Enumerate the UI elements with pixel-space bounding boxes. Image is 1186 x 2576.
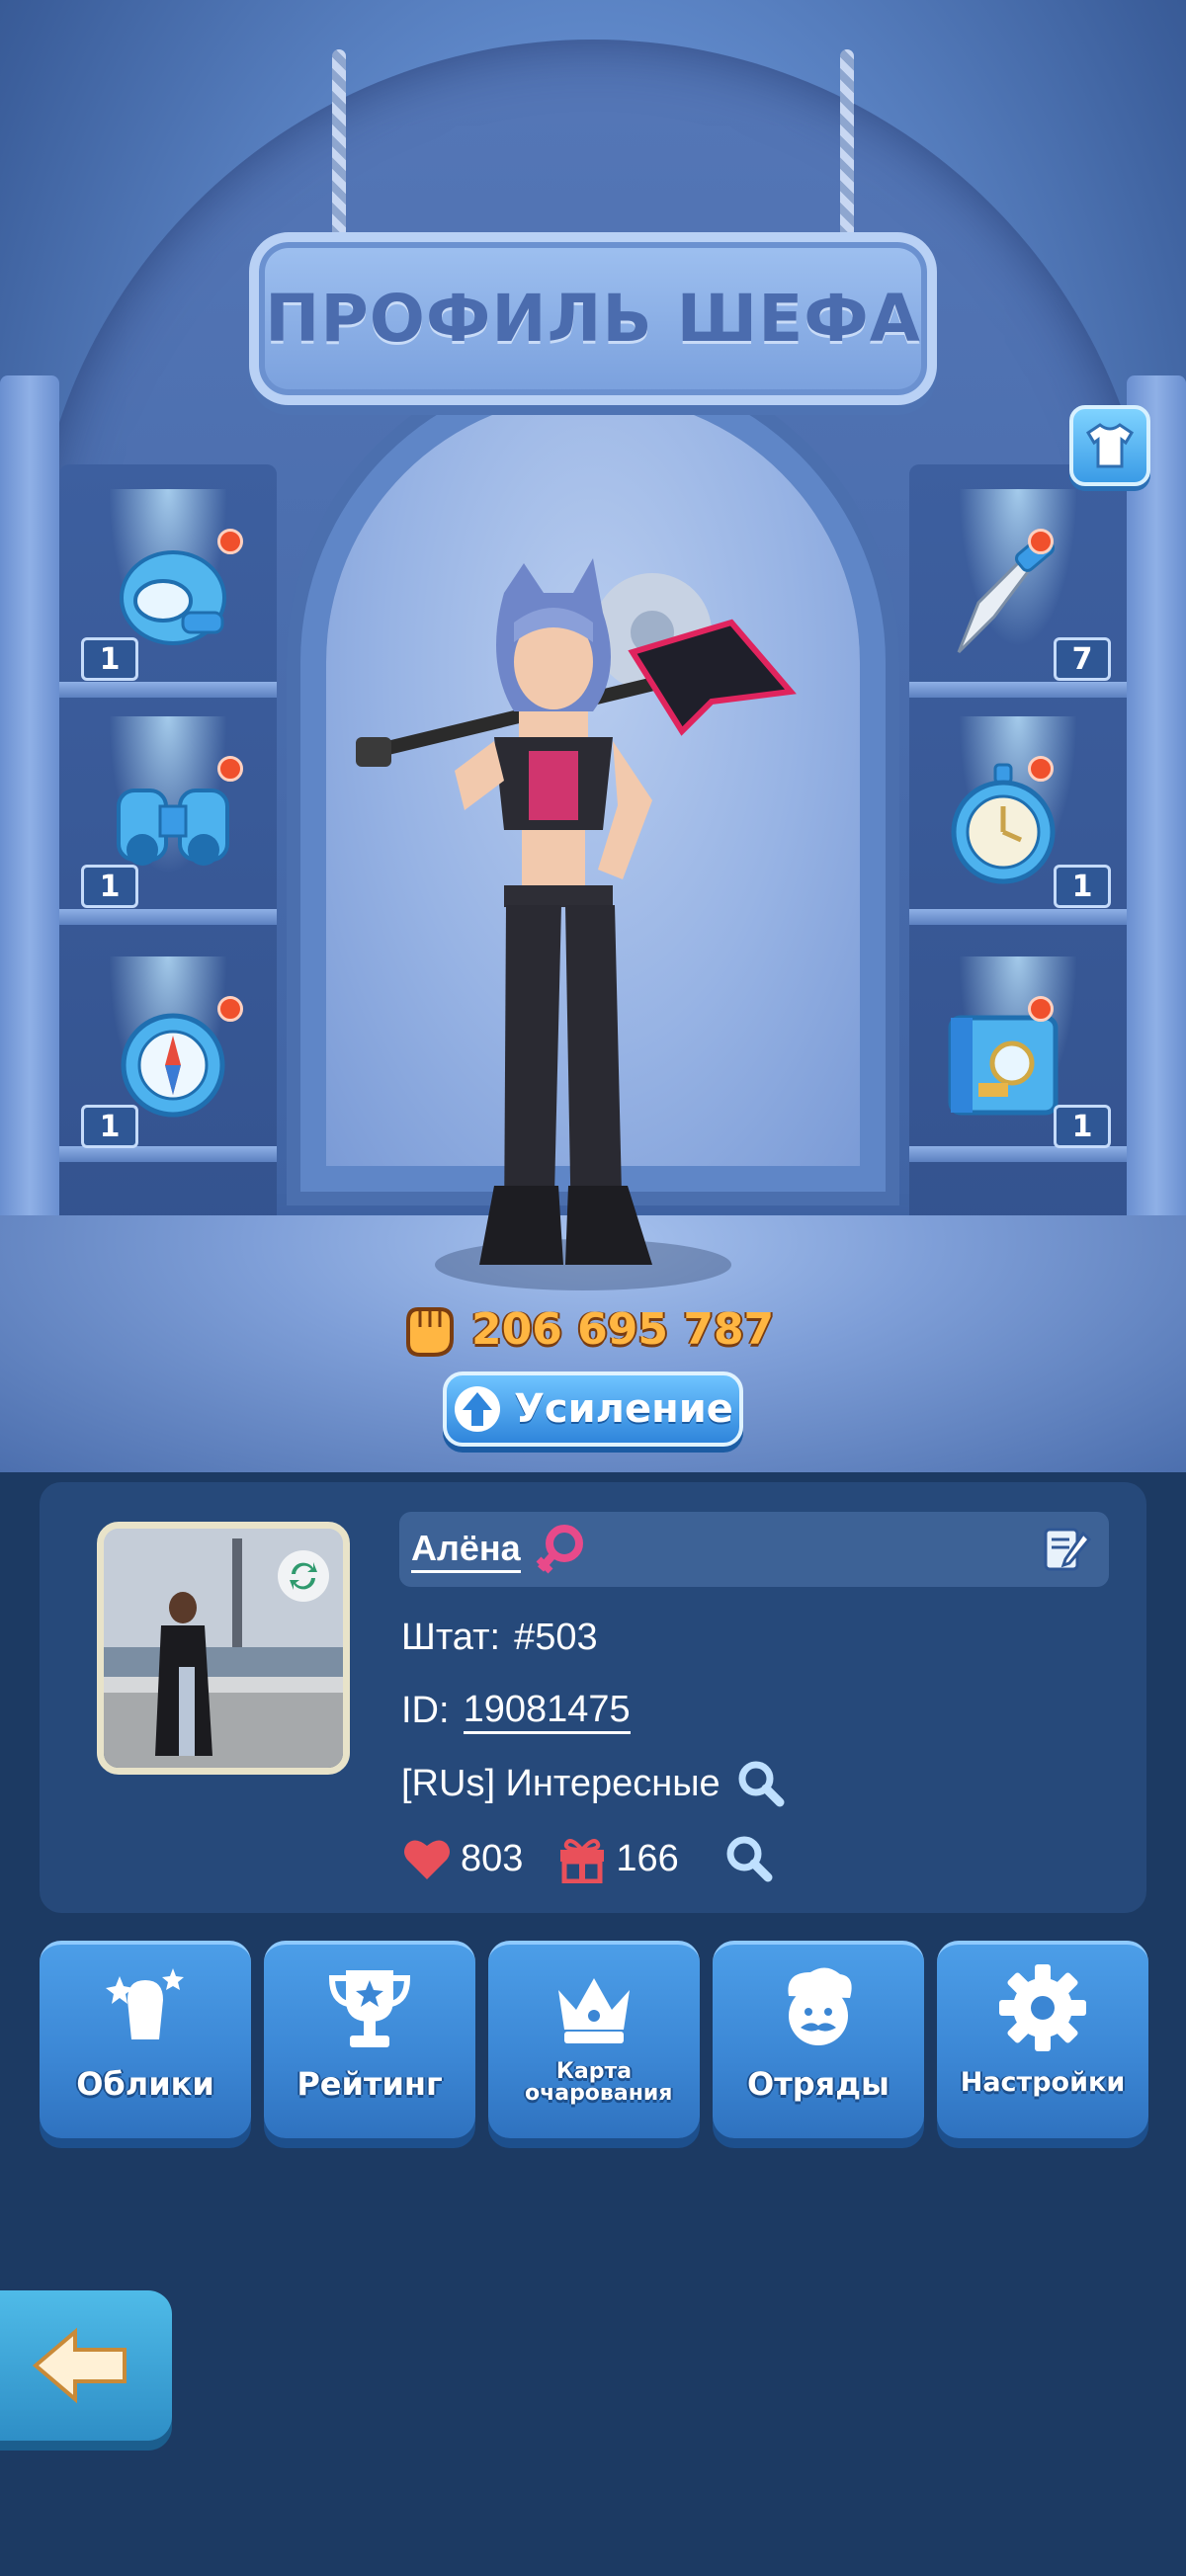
- power-value: 206 695 787: [471, 1303, 775, 1355]
- power-display: 206 695 787: [400, 1294, 796, 1364]
- id-label: ID:: [401, 1689, 450, 1731]
- item-count: 1: [1054, 1105, 1111, 1148]
- equipment-slot-timer[interactable]: 1: [919, 716, 1117, 914]
- id-row: ID: 19081475: [401, 1686, 631, 1735]
- edit-note-icon: [1044, 1528, 1092, 1571]
- knife-icon: [939, 535, 1067, 657]
- notification-dot: [1028, 996, 1054, 1022]
- chef-character[interactable]: [356, 553, 801, 1304]
- equipment-slot-compass[interactable]: 1: [69, 956, 267, 1154]
- team-row: [RUs] Интересные: [401, 1759, 788, 1808]
- gifts-stat: 166: [556, 1834, 679, 1883]
- settings-label: Настройки: [960, 2067, 1126, 2098]
- search-icon[interactable]: [722, 1832, 776, 1885]
- team-name[interactable]: [RUs] Интересные: [401, 1763, 720, 1805]
- back-arrow-icon: [32, 2327, 127, 2404]
- skins-icon: [96, 1958, 195, 2057]
- rating-label: Рейтинг: [296, 2065, 443, 2103]
- charm-map-button[interactable]: Карта очарования: [488, 1941, 700, 2138]
- fist-icon: [406, 1307, 454, 1357]
- refresh-avatar-button[interactable]: [278, 1550, 329, 1602]
- skins-label: Облики: [76, 2065, 214, 2103]
- stats-row: 803 166: [401, 1834, 776, 1883]
- rating-button[interactable]: Рейтинг: [264, 1941, 475, 2138]
- equipment-slot-binoculars[interactable]: 1: [69, 716, 267, 914]
- settings-button[interactable]: Настройки: [937, 1941, 1148, 2138]
- refresh-icon: [290, 1562, 317, 1590]
- chef-face-icon: [769, 1958, 868, 2057]
- boost-label: Усиление: [514, 1386, 733, 1432]
- wardrobe-button[interactable]: [1069, 405, 1150, 486]
- likes-stat: 803: [401, 1836, 523, 1881]
- item-count: 1: [1054, 865, 1111, 908]
- shirt-icon: [1085, 423, 1135, 468]
- back-button[interactable]: [0, 2290, 172, 2441]
- notification-dot: [1028, 529, 1054, 554]
- item-count: 1: [81, 865, 138, 908]
- recipe-book-icon: [939, 1006, 1067, 1124]
- page-title: ПРОФИЛЬ ШЕФА: [265, 281, 921, 357]
- squads-button[interactable]: Отряды: [713, 1941, 924, 2138]
- likes-count: 803: [461, 1837, 524, 1879]
- female-gender-icon: [536, 1525, 583, 1574]
- notification-dot: [217, 529, 243, 554]
- skins-button[interactable]: Облики: [40, 1941, 251, 2138]
- sign-rope-left: [332, 49, 346, 247]
- boost-button[interactable]: Усиление: [443, 1371, 743, 1447]
- right-pillar: [1127, 375, 1186, 1285]
- edit-profile-button[interactable]: [1040, 1524, 1092, 1575]
- staff-row: Штат: #503: [401, 1613, 598, 1662]
- gift-icon: [560, 1839, 605, 1883]
- item-count: 1: [81, 637, 138, 681]
- timer-icon: [939, 763, 1067, 884]
- player-name: Алёна: [411, 1527, 521, 1573]
- sign-rope-right: [840, 49, 854, 247]
- crown-icon: [545, 1958, 643, 2057]
- id-value[interactable]: 19081475: [463, 1688, 631, 1734]
- search-icon[interactable]: [734, 1757, 788, 1810]
- equipment-slot-book[interactable]: 1: [919, 956, 1117, 1154]
- title-sign: ПРОФИЛЬ ШЕФА: [249, 232, 937, 405]
- trophy-icon: [320, 1958, 419, 2057]
- notification-dot: [1028, 756, 1054, 782]
- equipment-slot-helmet[interactable]: 1: [69, 489, 267, 687]
- gifts-count: 166: [616, 1837, 679, 1879]
- squads-label: Отряды: [747, 2065, 890, 2103]
- equipment-slot-knife[interactable]: 7: [919, 489, 1117, 687]
- item-count: 1: [81, 1105, 138, 1148]
- charm-map-label: Карта очарования: [525, 2059, 673, 2106]
- gear-icon: [993, 1958, 1092, 2057]
- item-count: 7: [1054, 637, 1111, 681]
- avatar[interactable]: [97, 1522, 350, 1775]
- notification-dot: [217, 756, 243, 782]
- arrow-up-icon: [455, 1386, 501, 1432]
- staff-label: Штат:: [401, 1616, 501, 1658]
- heart-icon: [404, 1840, 450, 1879]
- left-pillar: [0, 375, 59, 1285]
- staff-value: #503: [514, 1616, 598, 1658]
- name-bar: Алёна: [399, 1512, 1109, 1587]
- notification-dot: [217, 996, 243, 1022]
